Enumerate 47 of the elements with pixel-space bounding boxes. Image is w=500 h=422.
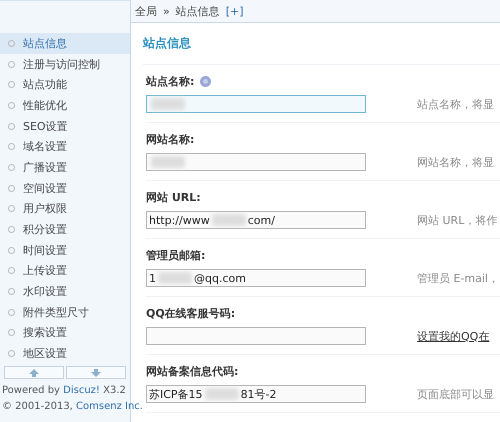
breadcrumb-separator: »: [163, 4, 170, 18]
sidebar-item[interactable]: 附件类型尺寸: [0, 302, 130, 323]
up-arrow-icon: [29, 368, 39, 376]
scroll-up-button[interactable]: [4, 366, 64, 379]
field-hint: 站点名称，将显: [417, 96, 494, 112]
sidebar-item[interactable]: 上传设置: [0, 260, 130, 282]
sidebar-item[interactable]: 域名设置: [0, 136, 130, 158]
sidebar-item[interactable]: 注册与访问控制: [0, 54, 130, 74]
section-title: 站点信息: [143, 35, 191, 52]
input-field[interactable]: 苏ICP备15 81号-2: [146, 385, 366, 403]
field-label: QQ在线客服号码:: [146, 306, 236, 320]
field-hint: 网站 URL，将作: [417, 212, 498, 228]
add-shortcut-link[interactable]: [+]: [226, 4, 244, 18]
breadcrumb-current: 站点信息: [176, 4, 220, 18]
down-arrow-icon: [91, 368, 101, 376]
sidebar-item[interactable]: 广播设置: [0, 157, 130, 178]
sidebar-item[interactable]: 站点信息: [0, 33, 130, 54]
scroll-down-button[interactable]: [66, 366, 126, 379]
input-field[interactable]: 1 @qq.com: [146, 269, 366, 287]
powered-by-text: Powered by Discuz! X3.2: [2, 384, 127, 398]
field-label: 网站备案信息代码:: [146, 364, 238, 378]
sidebar-item[interactable]: 积分设置: [0, 219, 130, 240]
field-label: 网站名称:: [146, 132, 194, 146]
field-label: 站点名称:: [146, 74, 194, 88]
help-icon[interactable]: [200, 76, 212, 86]
sidebar-item[interactable]: 时间设置: [0, 240, 130, 261]
input-field[interactable]: [146, 327, 366, 345]
sidebar-item[interactable]: 地区设置: [0, 343, 130, 364]
sidebar-item[interactable]: SEO设置: [0, 116, 130, 136]
field-label: 管理员邮箱:: [146, 248, 206, 262]
qq-setup-link[interactable]: 设置我的QQ在: [417, 328, 490, 344]
field-hint: 页面底部可以显: [417, 386, 494, 402]
field-label: 网站 URL:: [146, 190, 201, 204]
discuz-link[interactable]: Discuz!: [63, 385, 100, 396]
input-field[interactable]: [146, 95, 366, 113]
sidebar-item[interactable]: 水印设置: [0, 281, 130, 302]
sidebar-item[interactable]: 站点功能: [0, 74, 130, 96]
comsenz-link[interactable]: Comsenz Inc.: [76, 401, 143, 412]
sidebar-item[interactable]: 性能优化: [0, 95, 130, 116]
field-hint: 管理员 E-mail，: [417, 270, 499, 286]
input-field[interactable]: [146, 153, 366, 171]
input-field[interactable]: http://www com/: [146, 211, 366, 229]
breadcrumb-link[interactable]: 全局: [135, 4, 157, 18]
field-hint: 网站名称，将显: [417, 154, 494, 170]
sidebar-item[interactable]: 用户权限: [0, 198, 130, 220]
sidebar-item[interactable]: 空间设置: [0, 178, 130, 198]
sidebar-item[interactable]: 搜索设置: [0, 322, 130, 344]
